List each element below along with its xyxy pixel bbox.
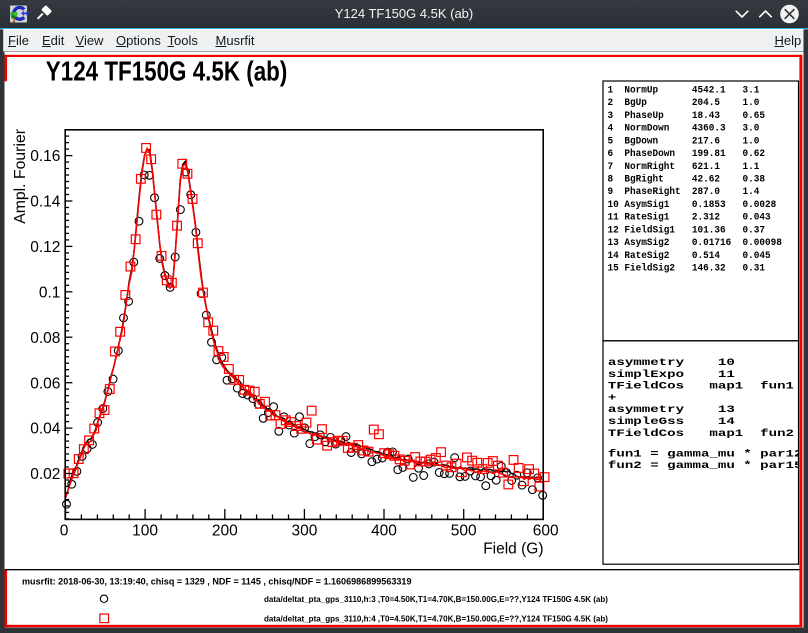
svg-text:8 BgRight 42.62 0.38: 8 BgRight 42.62 0.38 (608, 173, 766, 184)
svg-text:simplExpo 11: simplExpo 11 (608, 369, 735, 380)
svg-text:asymmetry 10: asymmetry 10 (608, 357, 735, 368)
svg-text:+: + (608, 392, 616, 403)
svg-text:12 FieldSig1 101.36 0.37: 12 FieldSig1 101.36 0.37 (608, 224, 766, 235)
svg-text:Ampl. Fourier: Ampl. Fourier (12, 129, 29, 224)
svg-text:14 RateSig2 0.514 0.045: 14 RateSig2 0.514 0.045 (608, 250, 771, 261)
svg-text:Y124 TF150G 4.5K (ab): Y124 TF150G 4.5K (ab) (46, 55, 287, 86)
svg-text:TFieldCos map1 fun1: TFieldCos map1 fun1 (608, 380, 794, 391)
svg-text:2 BgUp 204.5 1.0: 2 BgUp 204.5 1.0 (608, 97, 760, 108)
svg-text:asymmetry 13: asymmetry 13 (608, 404, 735, 415)
svg-text:data/deltat_pta_gps_3110,h:3 ,: data/deltat_pta_gps_3110,h:3 ,T0=4.50K,T… (264, 594, 608, 604)
svg-text:7 NormRight 621.1 1.1: 7 NormRight 621.1 1.1 (608, 161, 760, 172)
svg-text:200: 200 (212, 522, 238, 539)
svg-text:fun2 = gamma_mu * par15: fun2 = gamma_mu * par15 (608, 460, 803, 471)
svg-text:0.08: 0.08 (30, 330, 60, 347)
svg-text:400: 400 (371, 522, 397, 539)
svg-text:Field (G): Field (G) (483, 541, 543, 558)
svg-text:4 NormDown 4360.3 3.0: 4 NormDown 4360.3 3.0 (608, 122, 760, 133)
svg-text:500: 500 (451, 522, 477, 539)
svg-text:0.06: 0.06 (30, 375, 60, 392)
svg-text:simpleGss 14: simpleGss 14 (608, 416, 735, 427)
svg-text:0.02: 0.02 (30, 466, 60, 483)
svg-text:fun1 = gamma_mu * par12: fun1 = gamma_mu * par12 (608, 448, 803, 459)
svg-text:0.1: 0.1 (39, 284, 61, 301)
svg-text:100: 100 (132, 522, 158, 539)
svg-text:5 BgDown 217.6 1.0: 5 BgDown 217.6 1.0 (608, 135, 760, 146)
svg-text:0: 0 (60, 522, 69, 539)
svg-text:300: 300 (291, 522, 317, 539)
svg-text:9 PhaseRight 287.0 1.4: 9 PhaseRight 287.0 1.4 (608, 186, 760, 197)
svg-text:0.14: 0.14 (30, 194, 61, 211)
svg-text:1 NormUp 4542.1 3.1: 1 NormUp 4542.1 3.1 (608, 84, 760, 95)
svg-text:0.16: 0.16 (30, 148, 60, 165)
svg-text:3 PhaseUp 18.43 0.65: 3 PhaseUp 18.43 0.65 (608, 110, 766, 121)
svg-text:data/deltat_pta_gps_3110,h:4 ,: data/deltat_pta_gps_3110,h:4 ,T0=4.50K,T… (264, 613, 608, 623)
svg-text:13 AsymSig2 0.01716 0.0009: 13 AsymSig2 0.01716 0.00098 (608, 237, 783, 248)
svg-text:0.04: 0.04 (30, 421, 61, 438)
svg-text:11 RateSig1 2.312 0.043: 11 RateSig1 2.312 0.043 (608, 212, 771, 223)
svg-text:600: 600 (533, 522, 559, 539)
svg-text:TFieldCos map1 fun2: TFieldCos map1 fun2 (608, 428, 794, 439)
svg-text:15 FieldSig2 146.32 0.31: 15 FieldSig2 146.32 0.31 (608, 262, 766, 273)
svg-text:6 PhaseDown 199.81 0.62: 6 PhaseDown 199.81 0.62 (608, 148, 766, 159)
svg-text:10 AsymSig1 0.1853 0.0028: 10 AsymSig1 0.1853 0.0028 (608, 199, 777, 210)
svg-text:0.12: 0.12 (30, 239, 60, 256)
svg-text:musrfit: 2018-06-30, 13:19:40,: musrfit: 2018-06-30, 13:19:40, chisq = 1… (22, 577, 412, 587)
